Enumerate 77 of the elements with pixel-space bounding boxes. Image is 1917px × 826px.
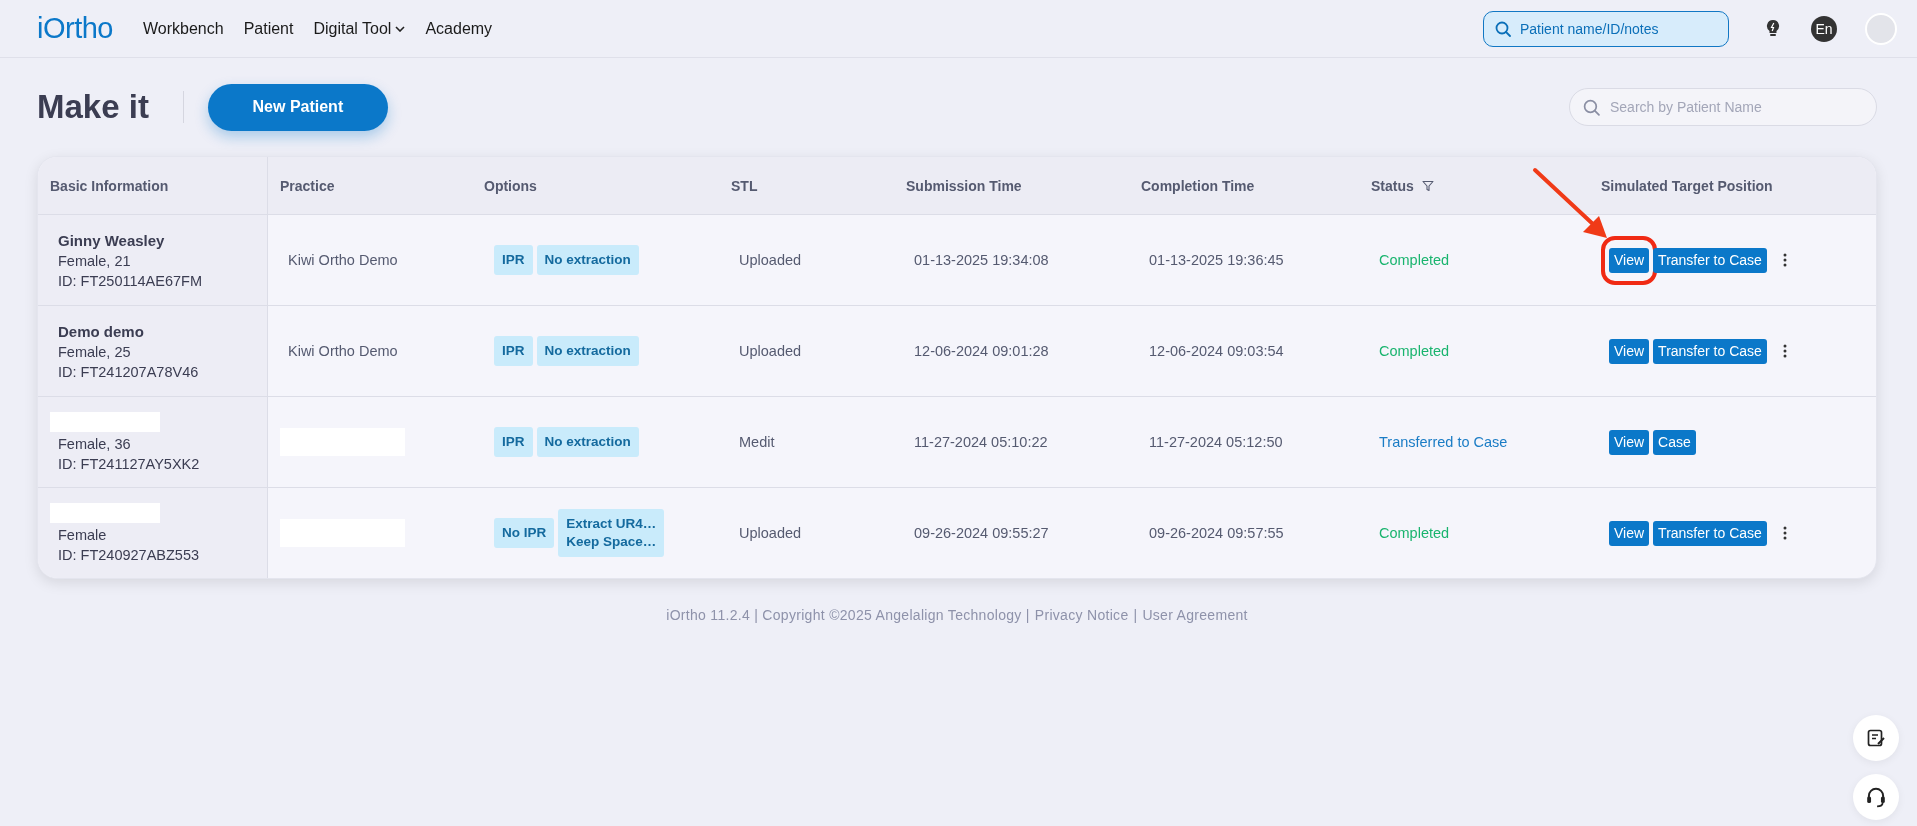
action-button[interactable]: Transfer to Case <box>1653 247 1767 273</box>
logo[interactable]: iOrtho <box>37 12 113 45</box>
action-button[interactable]: Case <box>1653 429 1696 455</box>
patient-sex-age: Female <box>58 527 107 543</box>
more-options-icon[interactable] <box>1782 253 1787 267</box>
separator-text: | <box>1133 607 1138 623</box>
feedback-button[interactable] <box>1853 715 1899 761</box>
nav-link[interactable]: Academy <box>425 19 493 38</box>
filter-icon[interactable] <box>1421 179 1434 192</box>
view-button[interactable]: View <box>1609 520 1650 546</box>
more-options-icon[interactable] <box>1782 344 1787 358</box>
table-cell-text: Uploaded <box>738 252 802 268</box>
option-tag: No IPR <box>494 518 555 548</box>
action-button[interactable]: Transfer to Case <box>1653 520 1767 546</box>
column-header: Status <box>1371 177 1414 194</box>
action-button[interactable]: Transfer to Case <box>1653 338 1767 364</box>
caret-icon <box>395 25 406 32</box>
patient-name: Ginny Weasley <box>58 231 165 249</box>
new-patient-button[interactable]: New Patient <box>207 83 388 131</box>
nav-link[interactable]: Workbench <box>143 19 224 38</box>
status-text: Completed <box>1378 525 1450 541</box>
patient-sex-age: Female, 25 <box>58 343 131 360</box>
table-cell-text: Kiwi Ortho Demo <box>287 252 398 268</box>
search-icon <box>1495 20 1511 37</box>
table-cell-text: 12-06-2024 09:01:28 <box>913 343 1049 359</box>
column-header: Completion Time <box>1141 177 1255 194</box>
column-header: Practice <box>280 177 335 194</box>
table-cell-text: 12-06-2024 09:03:54 <box>1148 343 1284 359</box>
search-icon <box>1583 99 1600 116</box>
patient-sex-age: Female, 36 <box>58 436 131 452</box>
table-cell-text: 11-27-2024 05:10:22 <box>913 434 1048 450</box>
headset-icon <box>1865 786 1887 808</box>
patient-id: ID: FT250114AE67FM <box>58 272 202 289</box>
table-cell-text: Uploaded <box>738 343 802 359</box>
status-text: Completed <box>1378 252 1450 268</box>
status-text: Transferred to Case <box>1378 434 1508 450</box>
footer-link[interactable]: User Agreement <box>1142 607 1248 623</box>
column-header: Simulated Target Position <box>1601 177 1773 194</box>
table-cell-text: Uploaded <box>738 525 802 541</box>
status-text: Completed <box>1378 343 1450 359</box>
patient-id: ID: FT240927ABZ553 <box>58 547 200 563</box>
option-tag: No extraction <box>536 427 639 457</box>
option-tag: IPR <box>494 427 533 457</box>
search-field[interactable]: Patient name/ID/notes <box>1483 10 1729 47</box>
option-tag: Extract UR4… Keep Space… <box>558 509 665 557</box>
table-cell-text: Kiwi Ortho Demo <box>287 343 398 359</box>
view-button[interactable]: View <box>1609 338 1650 364</box>
patient-name: Demo demo <box>58 322 144 340</box>
option-tag: IPR <box>494 245 533 275</box>
table-cell-text: 11-27-2024 05:12:50 <box>1148 434 1283 450</box>
view-button[interactable]: View <box>1609 429 1650 455</box>
column-header: STL <box>731 177 758 194</box>
nav-link[interactable]: Patient <box>243 19 294 38</box>
column-header: Basic Information <box>50 177 169 194</box>
copyright-text: iOrtho 11.2.4 | Copyright ©2025 Angelalign Technology | <box>666 607 1030 623</box>
table-cell-text: 09-26-2024 09:57:55 <box>1148 525 1284 541</box>
lightbulb-icon[interactable] <box>1765 18 1781 39</box>
table-cell-text: 01-13-2025 19:34:08 <box>913 252 1049 268</box>
table-cell-text: 01-13-2025 19:36:45 <box>1148 252 1284 268</box>
column-header: Submission Time <box>906 177 1022 194</box>
patient-id: ID: FT241127AY5XK2 <box>58 456 200 472</box>
option-tag: No extraction <box>536 245 639 275</box>
language-button[interactable]: En <box>1811 15 1837 42</box>
option-tag: No extraction <box>536 336 639 366</box>
table-cell-text: Medit <box>738 434 775 450</box>
note-edit-icon <box>1866 728 1886 748</box>
patient-id: ID: FT241207A78V46 <box>58 363 199 380</box>
page-title: Make it <box>37 88 149 126</box>
support-button[interactable] <box>1853 774 1899 820</box>
more-options-icon[interactable] <box>1782 526 1787 540</box>
table-cell-text: 09-26-2024 09:55:27 <box>913 525 1049 541</box>
option-tag: IPR <box>494 336 533 366</box>
footer-link[interactable]: Privacy Notice <box>1034 607 1129 623</box>
patient-sex-age: Female, 21 <box>58 252 131 269</box>
column-header: Options <box>484 177 537 194</box>
nav-link[interactable]: Digital Tool <box>313 19 406 38</box>
view-button[interactable]: View <box>1609 247 1650 273</box>
